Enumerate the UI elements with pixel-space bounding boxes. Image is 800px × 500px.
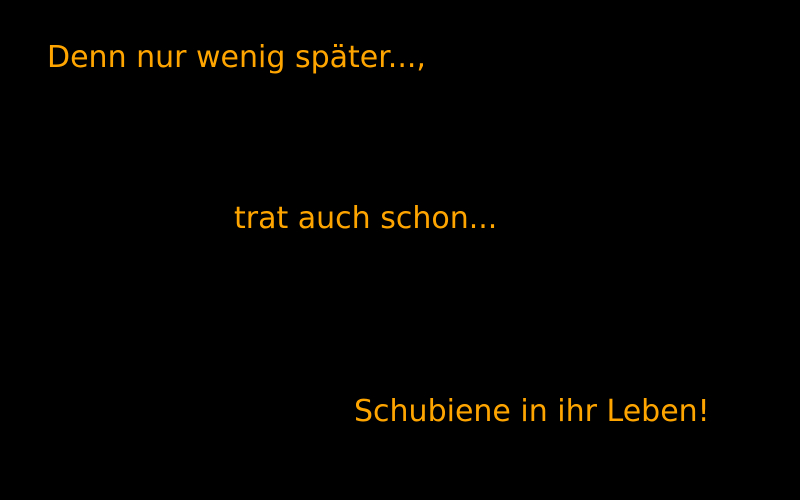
slide-text-line-2: trat auch schon... [234, 201, 498, 236]
slide: Denn nur wenig später..., trat auch scho… [0, 0, 800, 500]
slide-text-line-1: Denn nur wenig später..., [47, 40, 426, 75]
slide-text-line-3: Schubiene in ihr Leben! [354, 394, 710, 429]
